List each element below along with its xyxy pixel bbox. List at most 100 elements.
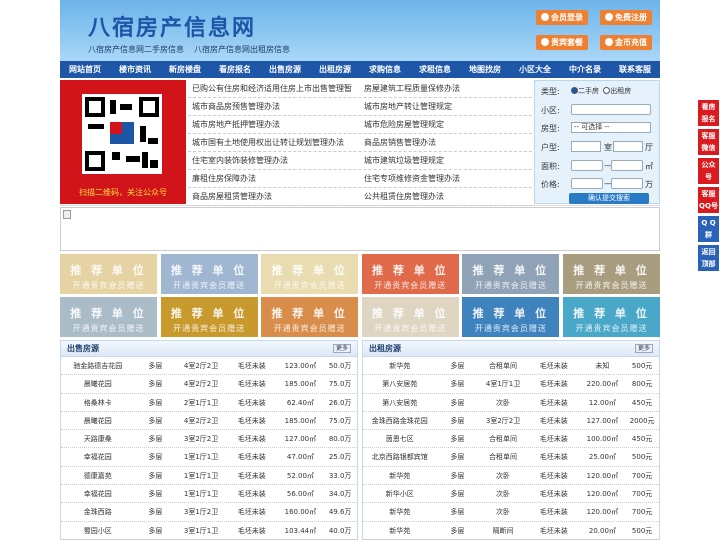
policy-link[interactable]: 商品房销售管理办法 [360, 134, 532, 151]
policy-link[interactable]: 公共租赁住房管理办法 [360, 188, 532, 205]
nav-item-2[interactable]: 新房楼盘 [160, 61, 210, 78]
listing-row[interactable]: 第八安居苑 多层 次卧 毛坯未装 12.00㎡ 450元 [363, 394, 659, 412]
listing-row[interactable]: 新华苑 多层 次卧 毛坯未装 120.00㎡ 700元 [363, 467, 659, 486]
listing-row[interactable]: 北京西路银都宾馆 多层 合租单间 毛坯未装 25.00㎡ 500元 [363, 448, 659, 467]
recommend-ad-slot[interactable]: 推 荐 单 位开通贵宾会员赠送 [261, 254, 359, 294]
price-max-input[interactable] [611, 178, 643, 189]
listing-row[interactable]: 驰金路德吉花园 多层 4室2厅2卫 毛坯未装 123.00㎡ 50.0万 [61, 357, 357, 376]
nav-item-11[interactable]: 联系客服 [610, 61, 660, 78]
policy-link[interactable]: 城市危险房屋管理规定 [360, 116, 532, 133]
listing-cell[interactable]: 金珠西路 [61, 503, 135, 520]
policy-link[interactable]: 房屋建筑工程质量保修办法 [360, 80, 532, 97]
recharge-button[interactable]: 金币充值 [600, 35, 652, 50]
listing-cell[interactable]: 新华苑 [363, 357, 437, 374]
listing-cell[interactable]: 晨曦花园 [61, 412, 135, 429]
nav-item-3[interactable]: 看房报名 [210, 61, 260, 78]
policy-link[interactable]: 已购公有住房和经济适用住房上市出售管理暂 [188, 80, 360, 97]
side-button-3[interactable]: 客服 QQ号 [698, 187, 719, 213]
listing-cell[interactable]: 格桑林卡 [61, 394, 135, 411]
listing-cell[interactable]: 金珠西路金珠花园 [363, 412, 437, 429]
listing-cell[interactable]: 驰金路德吉花园 [61, 357, 135, 374]
nav-item-0[interactable]: 网站首页 [60, 61, 110, 78]
recommend-ad-slot[interactable]: 推 荐 单 位开通贵宾会员赠送 [160, 297, 258, 337]
listing-row[interactable]: 晨曦花园 多层 4室2厅2卫 毛坯未装 185.00㎡ 75.0万 [61, 375, 357, 394]
listing-row[interactable]: 格桑林卡 多层 2室1厅1卫 毛坯未装 62.40㎡ 26.0万 [61, 394, 357, 412]
policy-link[interactable]: 住宅专项维修资金管理办法 [360, 170, 532, 187]
listing-row[interactable]: 晨曦花园 多层 4室2厅2卫 毛坯未装 185.00㎡ 75.0万 [61, 412, 357, 431]
nav-item-10[interactable]: 中介名录 [560, 61, 610, 78]
vip-package-button[interactable]: 贵宾套餐 [536, 35, 588, 50]
listing-cell[interactable]: 第八安居苑 [363, 394, 437, 411]
recommend-ad-slot[interactable]: 推 荐 单 位开通贵宾会员赠送 [60, 254, 157, 294]
slogan-sale-link[interactable]: 八宿房产信息网二手房信息 [88, 45, 184, 54]
size-max-input[interactable] [611, 160, 643, 171]
room-type-select[interactable]: -- 可选择 -- [571, 122, 651, 133]
listing-row[interactable]: 德康嘉苑 多层 1室1厅1卫 毛坯未装 52.00㎡ 33.0万 [61, 467, 357, 486]
site-logo[interactable]: 八宿房产信息网 [88, 10, 256, 42]
recommend-ad-slot[interactable]: 推 荐 单 位开通贵宾会员赠送 [261, 297, 359, 337]
rent-more-button[interactable]: 更多 [635, 344, 653, 353]
policy-link[interactable]: 城市建筑垃圾管理规定 [360, 152, 532, 169]
policy-link[interactable]: 城市房地产转让管理规定 [360, 98, 532, 115]
size-min-input[interactable] [571, 160, 603, 171]
recommend-ad-slot[interactable]: 推 荐 单 位开通贵宾会员赠送 [361, 297, 459, 337]
radio-secondhand[interactable] [571, 87, 578, 94]
side-button-4[interactable]: Q Q 群 [698, 216, 719, 242]
login-button[interactable]: 会员登录 [536, 10, 588, 25]
listing-cell[interactable]: 茵恩七区 [363, 430, 437, 447]
recommend-ad-slot[interactable]: 推 荐 单 位开通贵宾会员赠送 [361, 254, 459, 294]
policy-link[interactable]: 城市国有土地使用权出让转让规划管理办法 [188, 134, 360, 151]
side-button-1[interactable]: 客服 微信 [698, 129, 719, 155]
policy-link[interactable]: 城市房地产抵押管理办法 [188, 116, 360, 133]
recommend-ad-slot[interactable]: 推 荐 单 位开通贵宾会员赠送 [160, 254, 258, 294]
listing-cell[interactable]: 新华苑 [363, 467, 437, 484]
recommend-ad-slot[interactable]: 推 荐 单 位开通贵宾会员赠送 [60, 297, 157, 337]
hall-count-select[interactable] [613, 141, 643, 152]
listing-row[interactable]: 金珠西路金珠花园 多层 3室2厅2卫 毛坯未装 127.00㎡ 2000元 [363, 412, 659, 431]
recommend-ad-slot[interactable]: 推 荐 单 位开通贵宾会员赠送 [462, 297, 560, 337]
banner-placeholder[interactable] [60, 207, 660, 251]
nav-item-4[interactable]: 出售房源 [260, 61, 310, 78]
listing-row[interactable]: 金珠西路 多层 3室1厅2卫 毛坯未装 160.00㎡ 49.6万 [61, 503, 357, 522]
price-min-input[interactable] [571, 178, 603, 189]
listing-row[interactable]: 新华苑 多层 次卧 毛坯未装 120.00㎡ 700元 [363, 503, 659, 522]
nav-item-8[interactable]: 地图找房 [460, 61, 510, 78]
nav-item-7[interactable]: 求租信息 [410, 61, 460, 78]
listing-row[interactable]: 新华苑 多层 隔断间 毛坯未装 20.00㎡ 500元 [363, 522, 659, 540]
recommend-ad-slot[interactable]: 推 荐 单 位开通贵宾会员赠送 [563, 254, 660, 294]
policy-link[interactable]: 商品房屋租赁管理办法 [188, 188, 360, 205]
listing-row[interactable]: 蜀园小区 多层 3室1厅1卫 毛坯未装 103.44㎡ 40.0万 [61, 522, 357, 540]
listing-row[interactable]: 茵恩七区 多层 合租单间 毛坯未装 100.00㎡ 450元 [363, 430, 659, 449]
sale-more-button[interactable]: 更多 [333, 344, 351, 353]
listing-row[interactable]: 幸福花园 多层 1室1厅1卫 毛坯未装 47.00㎡ 25.0万 [61, 448, 357, 467]
listing-row[interactable]: 新华苑 多层 合租单间 毛坯未装 未知 500元 [363, 357, 659, 376]
slogan-rent-link[interactable]: 八宿房产信息网出租房信息 [194, 45, 290, 54]
side-button-2[interactable]: 公众号 [698, 158, 719, 184]
listing-row[interactable]: 幸福花园 多层 1室1厅1卫 毛坯未装 56.00㎡ 34.0万 [61, 485, 357, 504]
policy-link[interactable]: 廉租住房保障办法 [188, 170, 360, 187]
listing-cell[interactable]: 新华苑 [363, 522, 437, 539]
nav-item-5[interactable]: 出租房源 [310, 61, 360, 78]
recommend-ad-slot[interactable]: 推 荐 单 位开通贵宾会员赠送 [563, 297, 660, 337]
listing-cell[interactable]: 新华苑 [363, 503, 437, 520]
listing-cell[interactable]: 北京西路银都宾馆 [363, 448, 437, 465]
search-submit-button[interactable]: 确认提交搜索 [569, 193, 649, 204]
listing-cell[interactable]: 幸福花园 [61, 485, 135, 502]
community-input[interactable] [571, 104, 651, 115]
side-button-5[interactable]: 返回 顶部 [698, 245, 719, 271]
room-count-select[interactable] [571, 141, 601, 152]
listing-row[interactable]: 第八安居苑 多层 4室1厅1卫 毛坯未装 220.00㎡ 800元 [363, 375, 659, 394]
listing-cell[interactable]: 幸福花园 [61, 448, 135, 465]
nav-item-9[interactable]: 小区大全 [510, 61, 560, 78]
policy-link[interactable]: 城市商品房预售管理办法 [188, 98, 360, 115]
listing-cell[interactable]: 新华小区 [363, 485, 437, 502]
side-button-0[interactable]: 看房 报名 [698, 100, 719, 126]
nav-item-1[interactable]: 楼市资讯 [110, 61, 160, 78]
listing-row[interactable]: 新华小区 多层 次卧 毛坯未装 120.00㎡ 700元 [363, 485, 659, 504]
recommend-ad-slot[interactable]: 推 荐 单 位开通贵宾会员赠送 [462, 254, 560, 294]
register-button[interactable]: 免费注册 [600, 10, 652, 25]
policy-link[interactable]: 住宅室内装饰装修管理办法 [188, 152, 360, 169]
listing-cell[interactable]: 蜀园小区 [61, 522, 135, 539]
nav-item-6[interactable]: 求购信息 [360, 61, 410, 78]
listing-cell[interactable]: 第八安居苑 [363, 375, 437, 392]
